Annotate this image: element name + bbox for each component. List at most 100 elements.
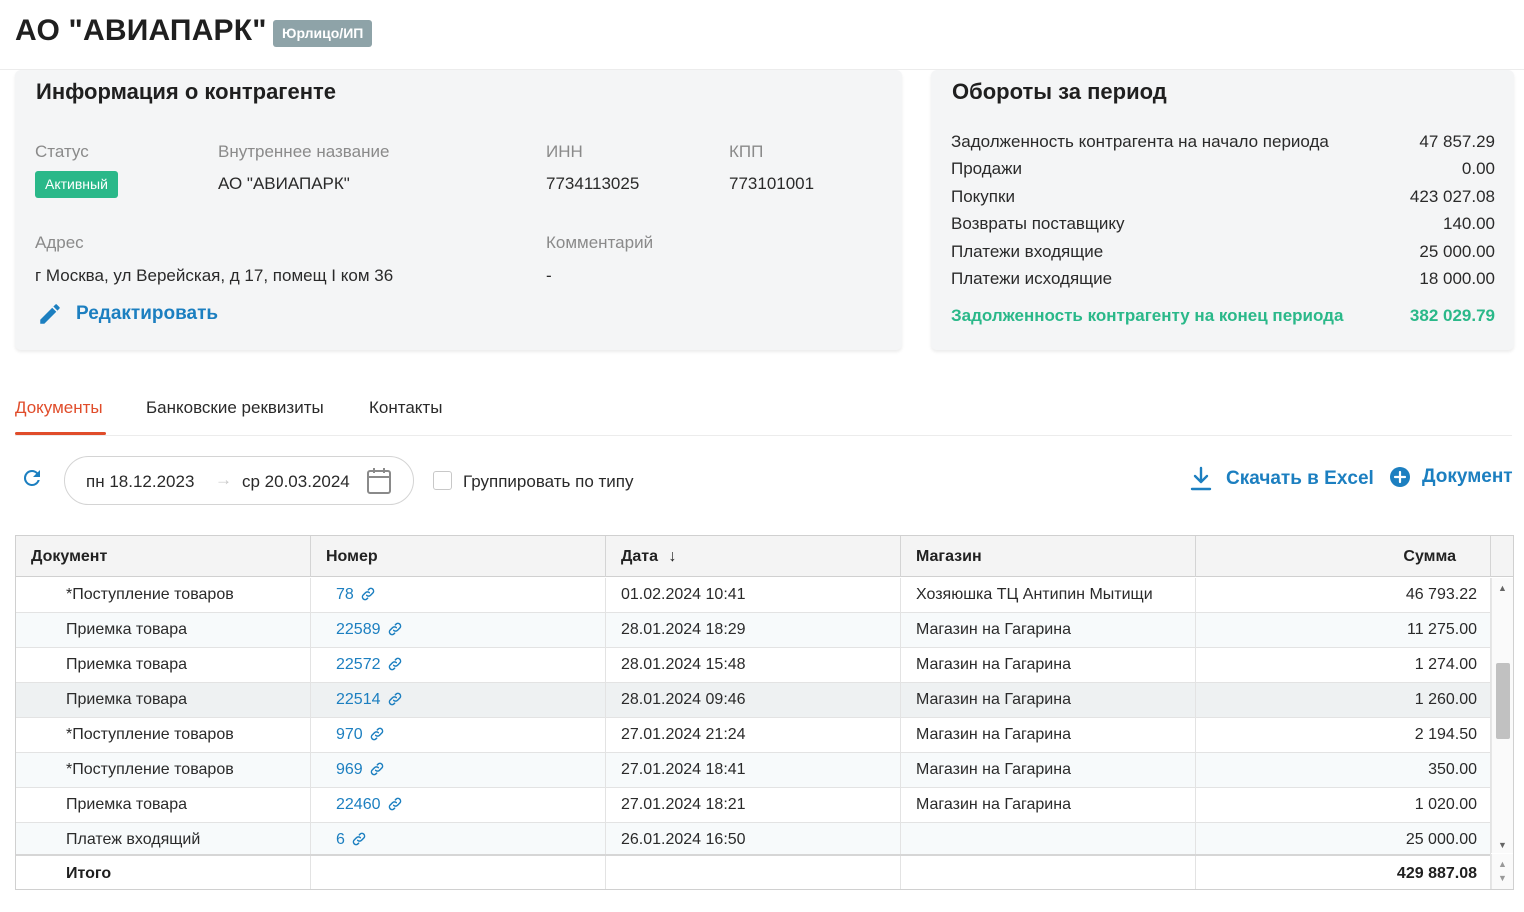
- turnover-row-value: 18 000.00: [1419, 269, 1495, 288]
- table-row[interactable]: *Поступление товаров 970 27.01.2024 21:24 М…: [16, 718, 1491, 753]
- cell-number: 970: [336, 726, 363, 743]
- address-value: г Москва, ул Верейская, д 17, помещ I ко…: [35, 266, 394, 285]
- turnover-row-value: 423 027.08: [1409, 187, 1495, 206]
- tab-documents[interactable]: Документы: [15, 398, 103, 418]
- footer-scroll-down-icon: ▼: [1498, 873, 1507, 883]
- footer-scroll-up-icon: ▲: [1498, 859, 1507, 869]
- group-by-type-checkbox[interactable]: [433, 471, 452, 490]
- cell-sum: 1 274.00: [1196, 648, 1491, 683]
- turnover-row-value: 0.00: [1461, 159, 1495, 178]
- edit-button[interactable]: Редактировать: [37, 301, 218, 327]
- total-number-cell: [311, 856, 606, 889]
- download-excel-button[interactable]: Скачать в Excel: [1189, 466, 1374, 492]
- cell-date: 28.01.2024 09:46: [606, 683, 901, 718]
- column-header-store[interactable]: Магазин: [901, 536, 1196, 577]
- cell-sum: 1 260.00: [1196, 683, 1491, 718]
- turnover-row-label: Платежи входящие: [951, 242, 1104, 261]
- cell-number-link[interactable]: 22589: [311, 613, 606, 648]
- cell-sum: 46 793.22: [1196, 578, 1491, 613]
- cell-store: Магазин на Гагарина: [901, 683, 1196, 718]
- group-by-type-label[interactable]: Группировать по типу: [463, 472, 634, 492]
- turnover-row: Задолженность контрагента на начало пери…: [951, 132, 1495, 152]
- kpp-label: КПП: [729, 142, 764, 161]
- tab-bank-details[interactable]: Банковские реквизиты: [146, 398, 324, 418]
- turnover-row: Продажи 0.00: [951, 159, 1495, 179]
- calendar-icon[interactable]: [366, 467, 392, 500]
- arrow-right-icon: →: [215, 470, 232, 489]
- column-header-document[interactable]: Документ: [16, 536, 311, 577]
- cell-number: 22572: [336, 656, 381, 673]
- cell-number: 6: [336, 831, 345, 848]
- turnover-total-row: Задолженность контрагенту на конец перио…: [951, 306, 1495, 326]
- column-header-number[interactable]: Номер: [311, 536, 606, 577]
- cell-number-link[interactable]: 969: [311, 753, 606, 788]
- cell-document: *Поступление товаров: [16, 718, 311, 753]
- cell-date: 27.01.2024 21:24: [606, 718, 901, 753]
- inn-value: 7734113025: [546, 174, 640, 193]
- tab-contacts[interactable]: Контакты: [369, 398, 442, 418]
- plus-circle-icon: [1390, 467, 1410, 487]
- tabs-bar: Документы Банковские реквизиты Контакты: [15, 385, 1512, 436]
- cell-number-link[interactable]: 6: [311, 823, 606, 858]
- cell-document: Приемка товара: [16, 683, 311, 718]
- cell-store: Хозяюшка ТЦ Антипин Мытищи: [901, 578, 1196, 613]
- cell-sum: 2 194.50: [1196, 718, 1491, 753]
- table-row[interactable]: Приемка товара 22514 28.01.2024 09:46 Магаз…: [16, 683, 1491, 718]
- cell-document: Приемка товара: [16, 613, 311, 648]
- status-badge: Активный: [35, 171, 118, 198]
- cell-store: Магазин на Гагарина: [901, 788, 1196, 823]
- link-icon: [361, 587, 375, 601]
- comment-label: Комментарий: [546, 233, 654, 252]
- cell-date: 28.01.2024 15:48: [606, 648, 901, 683]
- scrollbar-thumb[interactable]: [1496, 663, 1510, 739]
- vertical-scrollbar[interactable]: ▲ ▼: [1491, 578, 1513, 853]
- refresh-icon: [23, 469, 40, 486]
- cell-number-link[interactable]: 22460: [311, 788, 606, 823]
- cell-number-link[interactable]: 970: [311, 718, 606, 753]
- cell-number: 22514: [336, 691, 381, 708]
- table-row[interactable]: Платеж входящий 6 26.01.2024 16:50 25 000.0…: [16, 823, 1491, 858]
- status-label: Статус: [35, 142, 89, 161]
- turnover-row-label: Покупки: [951, 187, 1015, 206]
- cell-number-link[interactable]: 22514: [311, 683, 606, 718]
- link-icon: [352, 832, 366, 846]
- cell-store: Магазин на Гагарина: [901, 753, 1196, 788]
- table-row[interactable]: Приемка товара 22572 28.01.2024 15:48 Магаз…: [16, 648, 1491, 683]
- cell-sum: 25 000.00: [1196, 823, 1491, 858]
- scroll-up-icon[interactable]: ▲: [1498, 583, 1507, 593]
- table-row[interactable]: *Поступление товаров 78 01.02.2024 10:41 Хо…: [16, 578, 1491, 613]
- column-header-date-label: Дата: [621, 548, 659, 565]
- cell-number-link[interactable]: 78: [311, 578, 606, 613]
- table-row[interactable]: Приемка товара 22589 28.01.2024 18:29 Магаз…: [16, 613, 1491, 648]
- table-row[interactable]: *Поступление товаров 969 27.01.2024 18:41 М…: [16, 753, 1491, 788]
- scroll-down-icon[interactable]: ▼: [1498, 840, 1507, 850]
- turnover-row-label: Продажи: [951, 159, 1022, 178]
- link-icon: [388, 622, 401, 636]
- cell-store: Магазин на Гагарина: [901, 718, 1196, 753]
- link-icon: [388, 692, 401, 706]
- add-document-button[interactable]: Документ: [1389, 466, 1513, 488]
- table-footer-total: Итого 429 887.08: [16, 854, 1491, 889]
- cell-document: Платеж входящий: [16, 823, 311, 858]
- refresh-button[interactable]: [20, 466, 44, 495]
- table-row[interactable]: Приемка товара 22460 27.01.2024 18:21 Магаз…: [16, 788, 1491, 823]
- cell-number-link[interactable]: 22572: [311, 648, 606, 683]
- inn-label: ИНН: [546, 142, 583, 161]
- link-icon: [370, 762, 383, 776]
- turnover-card: Обороты за период Задолженность контраге…: [931, 70, 1514, 350]
- turnover-row-label: Задолженность контрагента на начало пери…: [951, 132, 1329, 151]
- column-header-date[interactable]: Дата ↓: [606, 536, 901, 577]
- cell-store: Магазин на Гагарина: [901, 613, 1196, 648]
- link-icon: [370, 727, 383, 741]
- turnover-row-value: 47 857.29: [1419, 132, 1495, 151]
- table-header: Документ Номер Дата ↓ Магазин Сумма: [16, 536, 1513, 577]
- date-to[interactable]: ср 20.03.2024: [242, 472, 350, 492]
- date-range-picker[interactable]: пн 18.12.2023 → ср 20.03.2024: [64, 456, 414, 505]
- column-header-sum[interactable]: Сумма: [1196, 536, 1491, 577]
- cell-store: Магазин на Гагарина: [901, 648, 1196, 683]
- download-icon: [1190, 466, 1212, 491]
- date-from[interactable]: пн 18.12.2023: [86, 472, 194, 492]
- type-badge: Юрлицо/ИП: [273, 20, 373, 47]
- cell-sum: 350.00: [1196, 753, 1491, 788]
- kpp-value: 773101001: [729, 174, 815, 193]
